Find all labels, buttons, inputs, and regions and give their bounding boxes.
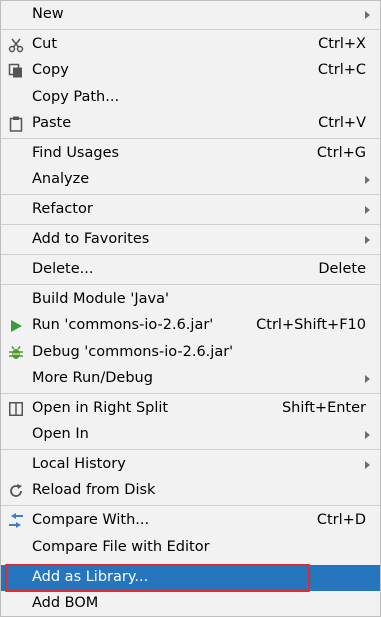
run-icon [7,317,25,335]
menu-item-more-run-debug[interactable]: More Run/Debug [1,366,380,392]
submenu-arrow-icon [365,206,370,214]
reload-icon [7,482,25,500]
submenu-arrow-icon [365,375,370,383]
shortcut-label: Ctrl+Shift+F10 [256,317,366,333]
menu-item-label: Analyze [32,171,90,187]
menu-item-build-module[interactable]: Build Module 'Java' [1,287,380,313]
menu-item-compare-file-with-editor[interactable]: Compare File with Editor [1,535,380,561]
submenu-arrow-icon [365,461,370,469]
shortcut-label: Delete [318,261,366,277]
menu-item-delete[interactable]: Delete... Delete [1,257,380,283]
menu-item-label: Open In [32,426,89,442]
bug-icon [7,344,25,362]
menu-item-label: Cut [32,36,57,52]
submenu-arrow-icon [365,176,370,184]
scissors-icon [7,36,25,54]
menu-item-local-history[interactable]: Local History [1,452,380,478]
menu-item-label: Run 'commons-io-2.6.jar' [32,317,214,333]
menu-separator [1,284,380,285]
menu-item-compare-with[interactable]: Compare With... Ctrl+D [1,508,380,534]
submenu-arrow-icon [365,236,370,244]
menu-item-add-to-favorites[interactable]: Add to Favorites [1,227,380,253]
menu-separator [1,224,380,225]
menu-item-label: Compare With... [32,512,150,528]
menu-item-label: Compare File with Editor [32,539,210,555]
shortcut-label: Ctrl+D [316,512,366,528]
menu-item-copy-path[interactable]: Copy Path... [1,85,380,111]
menu-item-open-right-split[interactable]: Open in Right Split Shift+Enter [1,396,380,422]
menu-item-label: Open in Right Split [32,400,169,416]
menu-item-paste[interactable]: Paste Ctrl+V [1,111,380,137]
menu-item-label: Debug 'commons-io-2.6.jar' [32,344,234,360]
shortcut-label: Ctrl+G [316,145,366,161]
split-icon [7,400,25,418]
menu-item-label: Copy [32,62,69,78]
menu-separator [1,393,380,394]
shortcut-label: Shift+Enter [281,400,366,416]
menu-item-reload-from-disk[interactable]: Reload from Disk [1,478,380,504]
menu-item-label: Reload from Disk [32,482,156,498]
menu-item-label: Add to Favorites [32,231,150,247]
shortcut-label: Ctrl+X [318,36,366,52]
menu-item-cut[interactable]: Cut Ctrl+X [1,32,380,58]
menu-separator [1,29,380,30]
menu-item-label: Delete... [32,261,94,277]
menu-item-label: Paste [32,115,72,131]
compare-icon [7,512,25,530]
menu-item-open-in[interactable]: Open In [1,422,380,448]
context-menu: New Cut Ctrl+X Copy Ctrl+C Copy Path... … [0,0,381,617]
menu-item-run[interactable]: Run 'commons-io-2.6.jar' Ctrl+Shift+F10 [1,313,380,339]
menu-item-label: Add BOM [32,595,99,611]
submenu-arrow-icon [365,11,370,19]
shortcut-label: Ctrl+C [317,62,366,78]
menu-item-refactor[interactable]: Refactor [1,197,380,223]
menu-item-label: Copy Path... [32,89,120,105]
menu-separator [1,194,380,195]
menu-item-label: Build Module 'Java' [32,291,169,307]
menu-item-label: Local History [32,456,126,472]
highlight-annotation-box [5,564,310,592]
submenu-arrow-icon [365,431,370,439]
menu-item-new[interactable]: New [1,2,380,28]
copy-icon [7,62,25,80]
menu-item-find-usages[interactable]: Find Usages Ctrl+G [1,141,380,167]
shortcut-label: Ctrl+V [318,115,366,131]
menu-separator [1,505,380,506]
menu-item-copy[interactable]: Copy Ctrl+C [1,58,380,84]
menu-item-label: Refactor [32,201,93,217]
menu-item-debug[interactable]: Debug 'commons-io-2.6.jar' [1,340,380,366]
menu-item-label: More Run/Debug [32,370,153,386]
clipboard-icon [7,115,25,133]
menu-separator [1,449,380,450]
menu-item-add-bom[interactable]: Add BOM [1,591,380,617]
menu-separator [1,254,380,255]
menu-separator [1,138,380,139]
menu-item-analyze[interactable]: Analyze [1,167,380,193]
menu-item-label: Find Usages [32,145,120,161]
menu-item-label: New [32,6,64,22]
